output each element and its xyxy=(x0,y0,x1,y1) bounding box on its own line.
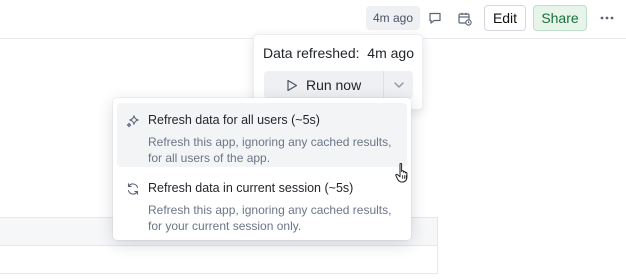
last-refreshed-badge[interactable]: 4m ago xyxy=(366,6,420,30)
sparkle-icon xyxy=(125,113,141,129)
refresh-icon xyxy=(125,181,141,197)
menu-item-refresh-all-users[interactable]: Refresh data for all users (~5s) Refresh… xyxy=(117,103,407,167)
hand-cursor-icon xyxy=(395,163,408,183)
schedule-calendar-icon[interactable] xyxy=(454,8,474,28)
menu-item-label: Refresh data for all users (~5s) xyxy=(148,113,320,127)
run-now-label: Run now xyxy=(305,77,362,93)
menu-item-label: Refresh data in current session (~5s) xyxy=(148,181,354,195)
refresh-status-text: Data refreshed: 4m ago xyxy=(263,45,414,61)
share-button[interactable]: Share xyxy=(533,5,587,31)
run-now-button[interactable]: Run now xyxy=(264,71,383,99)
refresh-options-menu: Refresh data for all users (~5s) Refresh… xyxy=(113,98,411,240)
edit-button[interactable]: Edit xyxy=(484,5,526,31)
comment-icon[interactable] xyxy=(425,8,445,28)
table-row xyxy=(0,246,437,274)
refresh-status-label: Data refreshed: xyxy=(263,45,360,61)
more-options-icon[interactable] xyxy=(596,8,618,28)
refresh-status-time: 4m ago xyxy=(367,45,414,61)
play-icon xyxy=(287,79,298,91)
run-options-toggle[interactable] xyxy=(383,71,413,99)
menu-item-description: Refresh this app, ignoring any cached re… xyxy=(148,203,392,233)
menu-item-refresh-current-session[interactable]: Refresh data in current session (~5s) Re… xyxy=(117,171,407,235)
chevron-down-icon xyxy=(393,82,404,88)
menu-item-description: Refresh this app, ignoring any cached re… xyxy=(148,135,392,165)
run-now-split-button: Run now xyxy=(264,71,413,99)
